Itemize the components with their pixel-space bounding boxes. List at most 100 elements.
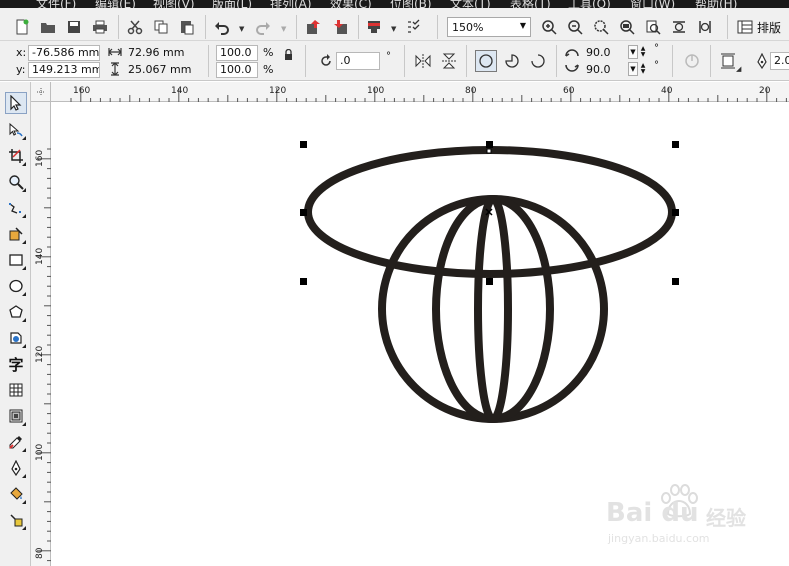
rotation-angle-field[interactable]: .0 (336, 52, 380, 70)
ruler-tick-label: 160 (73, 86, 90, 96)
redo-icon[interactable] (253, 17, 273, 37)
width-arrows-icon (106, 44, 124, 60)
zoom-all-objects-icon[interactable] (617, 17, 637, 37)
table-tool[interactable] (5, 379, 27, 401)
flyout-corner-icon (22, 240, 26, 244)
height-field[interactable]: 25.067 mm (124, 62, 202, 78)
pie-mode-button[interactable] (501, 50, 523, 72)
layout-label[interactable]: 排版 (757, 19, 781, 36)
menu-view[interactable]: 视图(V) (153, 0, 195, 8)
node-handle[interactable] (486, 148, 492, 154)
lock-ratio-icon[interactable] (280, 46, 296, 62)
mirror-vertical-icon[interactable] (439, 51, 459, 71)
flyout-corner-icon (22, 214, 26, 218)
application-launcher-icon[interactable] (404, 17, 424, 37)
menu-bitmap[interactable]: 位图(B) (390, 0, 432, 8)
wrap-text-icon[interactable] (718, 51, 738, 71)
import-icon[interactable] (304, 17, 324, 37)
horizontal-ruler[interactable]: 160 140 120 100 80 60 40 20 (51, 82, 789, 102)
smart-fill-tool[interactable] (5, 223, 27, 245)
pick-tool[interactable] (5, 92, 27, 114)
menu-arrange[interactable]: 排列(A) (270, 0, 312, 8)
y-position-field[interactable]: 149.213 mm (28, 62, 100, 78)
menu-layout[interactable]: 版面(L) (212, 0, 252, 8)
paste-icon[interactable] (177, 17, 197, 37)
flyout-corner-icon (22, 448, 26, 452)
ellipse-tool[interactable] (5, 275, 27, 297)
outline-tool[interactable] (5, 457, 27, 479)
separator (556, 45, 557, 77)
direction-toggle-icon[interactable] (682, 51, 702, 71)
layout-toggle-icon[interactable] (735, 17, 755, 37)
cut-icon[interactable] (125, 17, 145, 37)
rectangle-tool[interactable] (5, 249, 27, 271)
globe-circle[interactable] (378, 195, 608, 423)
menu-file[interactable]: 文件(F) (36, 0, 76, 8)
export-icon[interactable] (330, 17, 350, 37)
open-folder-icon[interactable] (38, 17, 58, 37)
x-position-field[interactable]: -76.586 mm (28, 45, 100, 61)
horizontal-ruler-scale: 160 140 120 100 80 60 40 20 (70, 86, 787, 102)
new-document-icon[interactable] (12, 17, 32, 37)
width-field[interactable]: 72.96 mm (124, 45, 202, 61)
separator (305, 45, 306, 77)
scale-x-field[interactable]: 100.0 (216, 45, 258, 61)
drawing-canvas[interactable]: Bai du 经验 jingyan.baidu.com (51, 102, 789, 566)
zoom-tool[interactable] (5, 171, 27, 193)
separator (208, 45, 209, 77)
zoom-page-height-icon[interactable] (695, 17, 715, 37)
zoom-in-icon[interactable] (539, 17, 559, 37)
end-angle-dropdown-icon[interactable]: ▼ (628, 62, 638, 76)
undo-dropdown-icon[interactable]: ▼ (239, 25, 244, 33)
zoom-selected-icon[interactable] (591, 17, 611, 37)
publish-pdf-icon[interactable] (364, 17, 384, 37)
zoom-level-select[interactable]: 150% ▼ (447, 17, 531, 37)
menu-effects[interactable]: 效果(C) (330, 0, 372, 8)
ruler-origin[interactable] (31, 82, 51, 102)
fill-tool[interactable] (5, 483, 27, 505)
basic-shapes-tool[interactable] (5, 327, 27, 349)
menu-help[interactable]: 帮助(H) (695, 0, 737, 8)
eyedropper-tool[interactable] (5, 431, 27, 453)
end-angle-field[interactable]: 90.0 (582, 62, 630, 78)
copy-icon[interactable] (151, 17, 171, 37)
wrap-dropdown-icon[interactable]: ◢ (736, 65, 741, 73)
zoom-page-width-icon[interactable] (669, 17, 689, 37)
publish-dropdown-icon[interactable]: ▼ (391, 25, 396, 33)
shape-tool[interactable] (5, 119, 27, 141)
menu-text[interactable]: 文本(T) (450, 0, 491, 8)
print-icon[interactable] (90, 17, 110, 37)
text-tool[interactable]: 字 (5, 353, 27, 375)
redo-dropdown-icon[interactable]: ▼ (281, 25, 286, 33)
flyout-corner-icon (22, 318, 26, 322)
vertical-ruler[interactable]: 160 140 120 100 80 (31, 102, 51, 566)
blend-tool[interactable] (5, 405, 27, 427)
freehand-tool[interactable] (5, 197, 27, 219)
zoom-page-icon[interactable] (643, 17, 663, 37)
crop-tool[interactable] (5, 145, 27, 167)
toolbox: 字 (0, 82, 31, 566)
start-angle-field[interactable]: 90.0 (582, 45, 630, 61)
menu-table[interactable]: 表格(T) (510, 0, 551, 8)
scale-y-field[interactable]: 100.0 (216, 62, 258, 78)
start-angle-spinner-icon[interactable]: ▲ ▼ (639, 45, 647, 59)
watermark-suffix: 经验 (706, 506, 746, 530)
undo-icon[interactable] (212, 17, 232, 37)
save-icon[interactable] (64, 17, 84, 37)
interactive-fill-tool[interactable] (5, 509, 27, 531)
end-angle-spinner-icon[interactable]: ▲ ▼ (639, 62, 647, 76)
watermark-url: jingyan.baidu.com (608, 532, 710, 545)
mirror-horizontal-icon[interactable] (413, 51, 433, 71)
outline-width-field[interactable]: 2.0 (770, 52, 789, 70)
arc-mode-button[interactable] (527, 50, 549, 72)
globe-meridian-inner[interactable] (474, 195, 512, 423)
globe-meridian-outer[interactable] (432, 195, 554, 423)
zoom-out-icon[interactable] (565, 17, 585, 37)
ellipse-mode-button[interactable] (475, 50, 497, 72)
start-angle-dropdown-icon[interactable]: ▼ (628, 45, 638, 59)
menu-tools[interactable]: 工具(O) (568, 0, 611, 8)
polygon-tool[interactable] (5, 301, 27, 323)
rotation-degree: ° (386, 51, 391, 62)
menu-window[interactable]: 窗口(W) (630, 0, 675, 8)
menu-edit[interactable]: 编辑(E) (95, 0, 136, 8)
